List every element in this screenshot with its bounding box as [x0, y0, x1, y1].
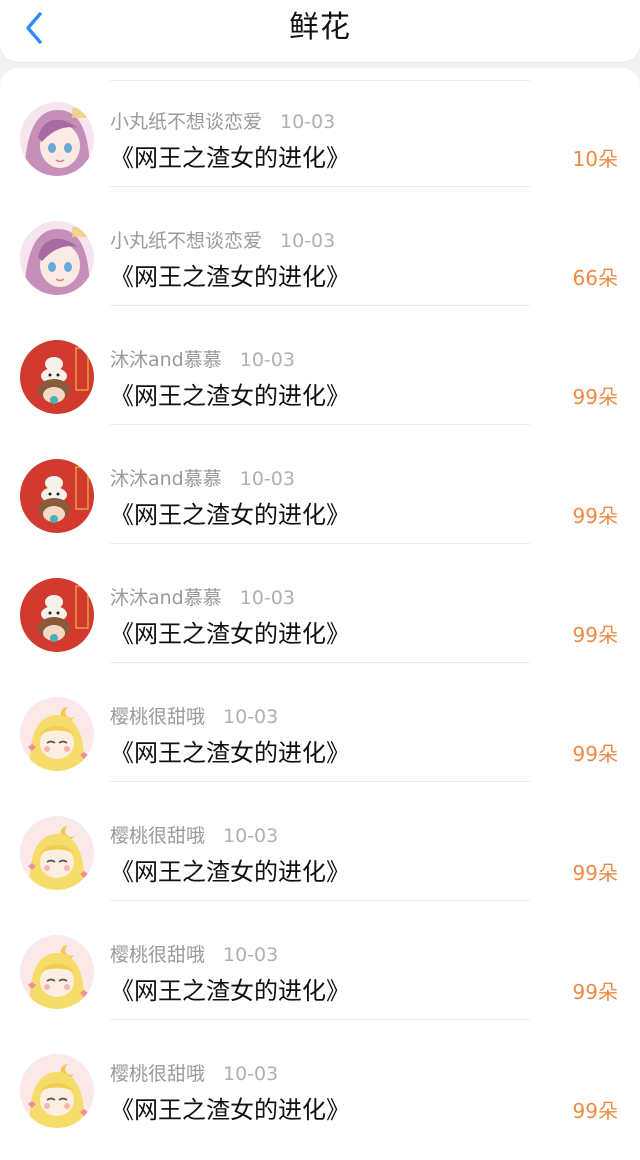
anime-girl-avatar: [20, 221, 94, 295]
flower-count: 10朵: [572, 147, 618, 171]
avatar[interactable]: [20, 578, 94, 652]
list-item[interactable]: 樱桃很甜哦 10-03 《网王之渣女的进化》 99朵: [0, 1020, 640, 1139]
list-item[interactable]: 小丸纸不想谈恋爱 10-03 《网王之渣女的进化》 10朵: [0, 68, 640, 187]
list-item[interactable]: 樱桃很甜哦 10-03 《网王之渣女的进化》 99朵: [0, 663, 640, 782]
date: 10-03: [280, 230, 336, 252]
list-item[interactable]: 小丸纸不想谈恋爱 10-03 《网王之渣女的进化》 66朵: [0, 187, 640, 306]
book-title[interactable]: 《网王之渣女的进化》: [110, 142, 350, 174]
date: 10-03: [280, 111, 336, 133]
username: 樱桃很甜哦 10-03: [110, 825, 279, 847]
red-cartoon-avatar: [20, 340, 94, 414]
red-cartoon-avatar: [20, 578, 94, 652]
avatar[interactable]: [20, 935, 94, 1009]
page-title: 鲜花: [289, 10, 351, 45]
sailor-moon-avatar: [20, 697, 94, 771]
book-title[interactable]: 《网王之渣女的进化》: [110, 499, 350, 531]
flower-count: 99朵: [572, 861, 618, 885]
username: 樱桃很甜哦 10-03: [110, 1063, 279, 1085]
avatar[interactable]: [20, 1054, 94, 1128]
flowers-page: 鲜花 小丸纸不想谈恋爱 10-03 《网王之渣女的进化》 10朵 小丸纸不想谈恋…: [0, 0, 640, 1160]
book-title[interactable]: 《网王之渣女的进化》: [110, 380, 350, 412]
avatar[interactable]: [20, 697, 94, 771]
red-cartoon-avatar: [20, 459, 94, 533]
list-item[interactable]: 樱桃很甜哦 10-03 《网王之渣女的进化》 99朵: [0, 782, 640, 901]
nav-bar: 鲜花: [0, 0, 640, 62]
username: 小丸纸不想谈恋爱 10-03: [110, 111, 336, 133]
book-title[interactable]: 《网王之渣女的进化》: [110, 737, 350, 769]
avatar[interactable]: [20, 816, 94, 890]
date: 10-03: [223, 1063, 279, 1085]
username: 樱桃很甜哦 10-03: [110, 944, 279, 966]
list-item[interactable]: 樱桃很甜哦 10-03 《网王之渣女的进化》 99朵: [0, 901, 640, 1020]
book-title[interactable]: 《网王之渣女的进化》: [110, 856, 350, 888]
list-item[interactable]: 沐沐and慕慕 10-03 《网王之渣女的进化》 99朵: [0, 425, 640, 544]
avatar[interactable]: [20, 102, 94, 176]
username: 小丸纸不想谈恋爱 10-03: [110, 230, 336, 252]
avatar[interactable]: [20, 340, 94, 414]
flower-count: 99朵: [572, 504, 618, 528]
book-title[interactable]: 《网王之渣女的进化》: [110, 618, 350, 650]
avatar[interactable]: [20, 459, 94, 533]
date: 10-03: [239, 468, 295, 490]
flower-count: 99朵: [572, 742, 618, 766]
date: 10-03: [223, 706, 279, 728]
date: 10-03: [223, 944, 279, 966]
sailor-moon-avatar: [20, 816, 94, 890]
username: 樱桃很甜哦 10-03: [110, 706, 279, 728]
username: 沐沐and慕慕 10-03: [110, 468, 295, 490]
date: 10-03: [223, 825, 279, 847]
flower-count: 66朵: [572, 266, 618, 290]
username: 沐沐and慕慕 10-03: [110, 587, 295, 609]
list-item[interactable]: 沐沐and慕慕 10-03 《网王之渣女的进化》 99朵: [0, 544, 640, 663]
book-title[interactable]: 《网王之渣女的进化》: [110, 261, 350, 293]
date: 10-03: [239, 349, 295, 371]
flower-count: 99朵: [572, 385, 618, 409]
flower-count: 99朵: [572, 623, 618, 647]
book-title[interactable]: 《网王之渣女的进化》: [110, 1094, 350, 1126]
flower-list: 小丸纸不想谈恋爱 10-03 《网王之渣女的进化》 10朵 小丸纸不想谈恋爱 10-…: [0, 68, 640, 1160]
flower-count: 99朵: [572, 980, 618, 1004]
anime-girl-avatar: [20, 102, 94, 176]
list-item[interactable]: 沐沐and慕慕 10-03 《网王之渣女的进化》 99朵: [0, 306, 640, 425]
book-title[interactable]: 《网王之渣女的进化》: [110, 975, 350, 1007]
avatar[interactable]: [20, 221, 94, 295]
date: 10-03: [239, 587, 295, 609]
flower-count: 99朵: [572, 1099, 618, 1123]
sailor-moon-avatar: [20, 1054, 94, 1128]
username: 沐沐and慕慕 10-03: [110, 349, 295, 371]
sailor-moon-avatar: [20, 935, 94, 1009]
